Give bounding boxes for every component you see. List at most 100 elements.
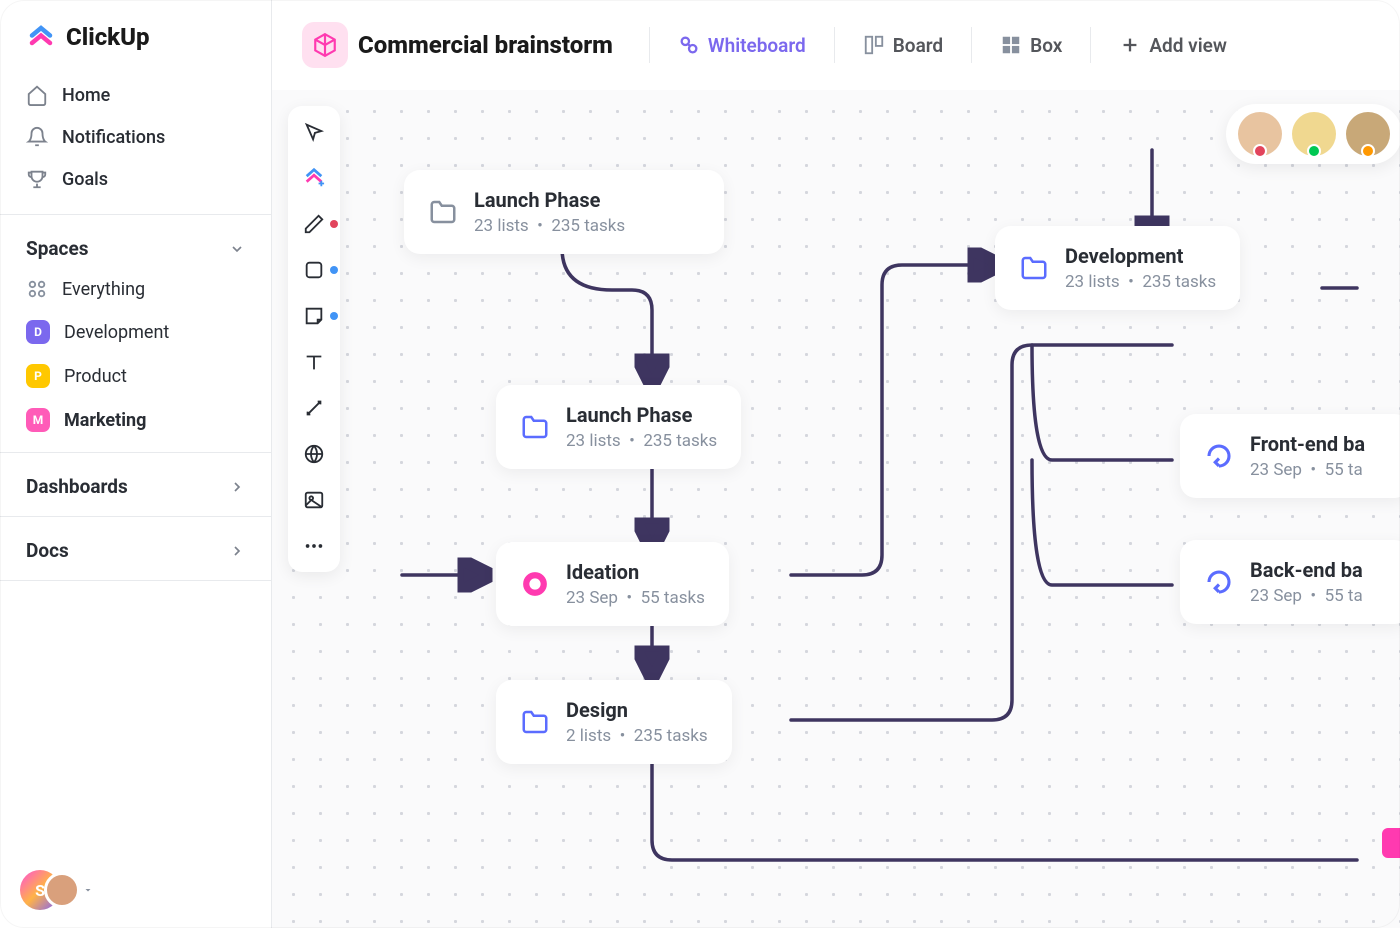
tool-image[interactable] bbox=[298, 484, 330, 516]
cursor-tag bbox=[1382, 828, 1400, 858]
tool-clickup-add[interactable] bbox=[298, 162, 330, 194]
node-ideation[interactable]: Ideation 23 Sep • 55 tasks bbox=[496, 542, 729, 626]
clickup-logo-icon bbox=[26, 22, 56, 52]
tool-more[interactable] bbox=[298, 530, 330, 562]
divider bbox=[971, 27, 972, 63]
avatar[interactable]: .collab-av:nth-child(1)::after{backgroun… bbox=[1238, 112, 1282, 156]
square-icon bbox=[303, 259, 325, 281]
grid-icon bbox=[26, 278, 48, 300]
nav-home[interactable]: Home bbox=[14, 74, 257, 116]
whiteboard-canvas[interactable]: Launch Phase 23 lists • 235 tasks Launch … bbox=[272, 90, 1400, 928]
add-view-label: Add view bbox=[1149, 34, 1227, 57]
board-icon bbox=[863, 34, 885, 56]
sticky-icon bbox=[303, 305, 325, 327]
divider bbox=[1090, 27, 1091, 63]
space-icon bbox=[302, 22, 348, 68]
divider bbox=[0, 214, 271, 215]
node-title: Back-end ba bbox=[1250, 558, 1363, 582]
docs-header[interactable]: Docs bbox=[0, 527, 271, 570]
dashboards-header[interactable]: Dashboards bbox=[0, 463, 271, 506]
tool-text[interactable] bbox=[298, 346, 330, 378]
sidebar-item-development[interactable]: DDevelopment bbox=[0, 310, 271, 354]
collaborators[interactable]: .collab-av:nth-child(1)::after{backgroun… bbox=[1226, 104, 1400, 164]
pen-icon bbox=[303, 213, 325, 235]
node-backend[interactable]: Back-end ba23 Sep • 55 ta bbox=[1180, 540, 1400, 624]
user-menu[interactable]: S bbox=[20, 870, 94, 910]
node-title: Ideation bbox=[566, 560, 705, 584]
box-icon bbox=[1000, 34, 1022, 56]
tool-shape[interactable] bbox=[298, 254, 330, 286]
dashboards-label: Dashboards bbox=[26, 475, 128, 498]
nav-notifications[interactable]: Notifications bbox=[14, 116, 257, 158]
chevron-right-icon bbox=[229, 479, 245, 495]
tab-label: Board bbox=[893, 34, 943, 57]
node-launch-phase-folder[interactable]: Launch Phase23 lists • 235 tasks bbox=[404, 170, 724, 254]
tab-box[interactable]: Box bbox=[996, 28, 1066, 63]
tool-sticky[interactable] bbox=[298, 300, 330, 332]
sidebar-item-everything[interactable]: Everything bbox=[0, 268, 271, 310]
globe-icon bbox=[303, 443, 325, 465]
node-subtitle: 2 lists • 235 tasks bbox=[566, 726, 708, 746]
node-design[interactable]: Design 2 lists • 235 tasks bbox=[496, 680, 732, 764]
node-title: Front-end ba bbox=[1250, 432, 1365, 456]
node-title: Launch Phase bbox=[474, 188, 625, 212]
whiteboard-toolbar bbox=[288, 106, 340, 572]
nav-label: Home bbox=[62, 85, 110, 106]
text-icon bbox=[303, 351, 325, 373]
tab-label: Whiteboard bbox=[708, 34, 806, 57]
node-subtitle: 23 Sep • 55 tasks bbox=[566, 588, 705, 608]
spaces-header[interactable]: Spaces bbox=[0, 225, 271, 268]
node-title: Launch Phase bbox=[566, 403, 717, 427]
divider bbox=[0, 452, 271, 453]
space-badge: M bbox=[26, 408, 50, 432]
nav-goals[interactable]: Goals bbox=[14, 158, 257, 200]
sync-folder-icon bbox=[1019, 253, 1049, 283]
tool-web[interactable] bbox=[298, 438, 330, 470]
home-icon bbox=[26, 84, 48, 106]
circle-icon bbox=[520, 569, 550, 599]
divider bbox=[649, 27, 650, 63]
tab-whiteboard[interactable]: Whiteboard bbox=[674, 28, 810, 63]
color-dot bbox=[330, 312, 338, 320]
logo-text: ClickUp bbox=[66, 23, 150, 51]
image-icon bbox=[303, 489, 325, 511]
space-badge: P bbox=[26, 364, 50, 388]
avatar[interactable]: .collab-av:nth-child(2)::after{backgroun… bbox=[1292, 112, 1336, 156]
tab-label: Box bbox=[1030, 34, 1062, 57]
node-launch-phase[interactable]: Launch Phase 23 lists • 235 tasks bbox=[496, 385, 741, 469]
folder-icon bbox=[428, 197, 458, 227]
logo[interactable]: ClickUp bbox=[0, 0, 271, 70]
loop-icon bbox=[1204, 567, 1234, 597]
space-badge: D bbox=[26, 320, 50, 344]
space-label: Product bbox=[64, 366, 127, 387]
docs-label: Docs bbox=[26, 539, 69, 562]
tool-pen[interactable] bbox=[298, 208, 330, 240]
clickup-add-icon bbox=[303, 167, 325, 189]
divider bbox=[0, 580, 271, 581]
more-icon bbox=[303, 535, 325, 557]
node-title: Design bbox=[566, 698, 708, 722]
sidebar-item-product[interactable]: P Product bbox=[0, 354, 271, 398]
node-development[interactable]: Development23 lists • 235 tasks bbox=[995, 226, 1240, 310]
tab-board[interactable]: Board bbox=[859, 28, 947, 63]
sync-folder-icon bbox=[520, 412, 550, 442]
divider bbox=[0, 516, 271, 517]
everything-label: Everything bbox=[62, 279, 145, 300]
plus-icon bbox=[1119, 34, 1141, 56]
node-subtitle: 23 lists • 235 tasks bbox=[566, 431, 717, 451]
avatar bbox=[44, 872, 80, 908]
add-view-button[interactable]: Add view bbox=[1115, 28, 1231, 63]
avatar-stack: S bbox=[20, 870, 76, 910]
sidebar-item-marketing[interactable]: MMarketing bbox=[0, 398, 271, 442]
page-title: Commercial brainstorm bbox=[358, 31, 613, 59]
chevron-down-icon bbox=[229, 241, 245, 257]
tool-connector[interactable] bbox=[298, 392, 330, 424]
header: Commercial brainstorm Whiteboard Board B… bbox=[272, 0, 1400, 90]
loop-icon bbox=[1204, 441, 1234, 471]
node-subtitle: 23 Sep • 55 ta bbox=[1250, 460, 1365, 480]
sync-folder-icon bbox=[520, 707, 550, 737]
avatar[interactable]: .collab-av:nth-child(3)::after{backgroun… bbox=[1346, 112, 1390, 156]
tool-cursor[interactable] bbox=[298, 116, 330, 148]
nav-label: Goals bbox=[62, 169, 108, 190]
node-frontend[interactable]: Front-end ba 23 Sep • 55 ta bbox=[1180, 414, 1400, 498]
